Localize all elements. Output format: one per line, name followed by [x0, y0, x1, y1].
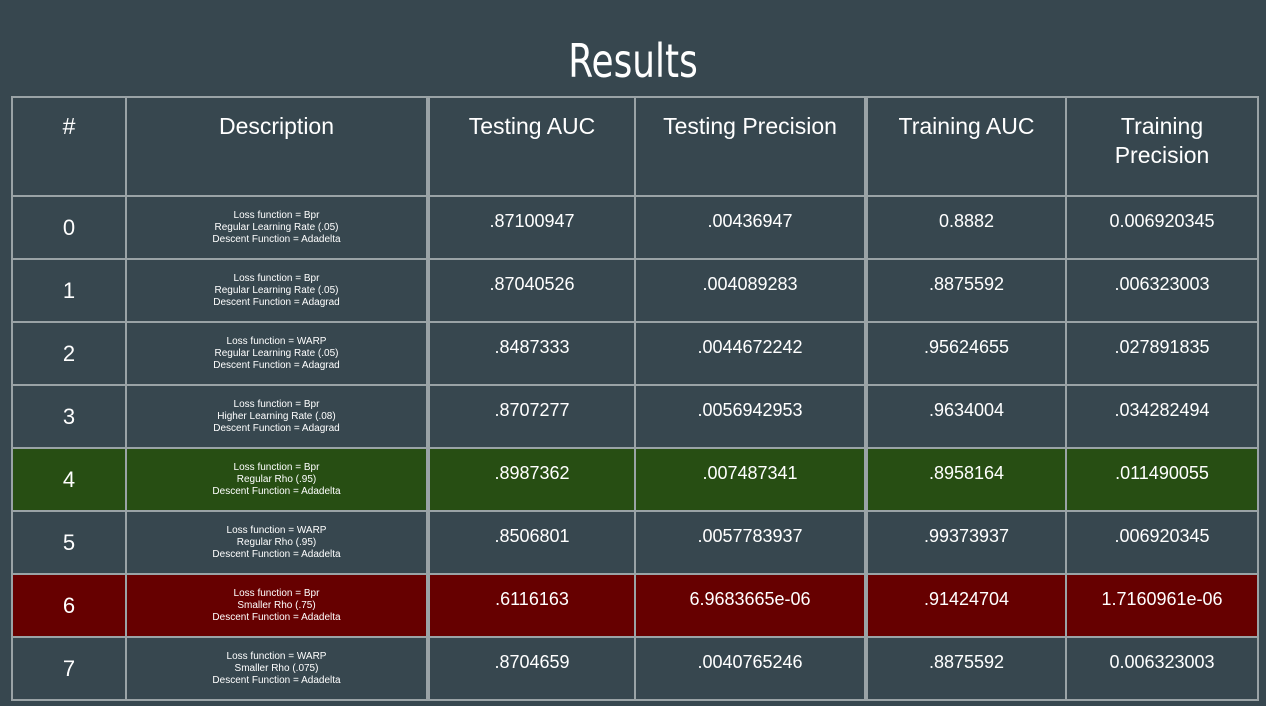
row-number: 5	[11, 510, 127, 575]
row-description: Loss function = Bpr Smaller Rho (.75) Desc…	[125, 573, 429, 638]
row-description: Loss function = WARP Regular Learning Rat…	[125, 321, 429, 386]
training-auc-cell: .99373937	[864, 510, 1067, 575]
table-row: 3 Loss function = Bpr Higher Learning Rate…	[11, 384, 1259, 449]
description-line: Descent Function = Adadelta	[212, 611, 341, 623]
testing-auc-cell: .87100947	[426, 195, 636, 260]
description-line: Higher Learning Rate (.08)	[217, 410, 336, 422]
testing-auc-cell: .6116163	[426, 573, 636, 638]
training-auc-cell: .91424704	[864, 573, 1067, 638]
description-line: Descent Function = Adadelta	[212, 674, 341, 686]
training-auc-cell: .8958164	[864, 447, 1067, 512]
testing-auc-cell: .8707277	[426, 384, 636, 449]
testing-precision-cell: .0044672242	[634, 321, 867, 386]
column-header-testing-precision: Testing Precision	[634, 96, 867, 197]
row-description: Loss function = WARP Regular Rho (.95) Des…	[125, 510, 429, 575]
table-row: 6 Loss function = Bpr Smaller Rho (.75) Des…	[11, 573, 1259, 638]
training-precision-cell: 0.006323003	[1065, 636, 1259, 701]
testing-precision-cell: .00436947	[634, 195, 867, 260]
testing-auc-cell: .8487333	[426, 321, 636, 386]
testing-auc-cell: .87040526	[426, 258, 636, 323]
description-line: Regular Learning Rate (.05)	[214, 284, 339, 296]
training-auc-cell: 0.8882	[864, 195, 1067, 260]
training-precision-cell: .027891835	[1065, 321, 1259, 386]
training-precision-cell: .006920345	[1065, 510, 1259, 575]
description-line: Descent Function = Adagrad	[213, 422, 340, 434]
training-precision-cell: .011490055	[1065, 447, 1259, 512]
testing-precision-cell: .004089283	[634, 258, 867, 323]
testing-precision-cell: .0057783937	[634, 510, 867, 575]
table-row: 2 Loss function = WARP Regular Learning Ra…	[11, 321, 1259, 386]
header-row: # Description Testing AUC Testing Precis…	[11, 96, 1259, 197]
description-line: Regular Rho (.95)	[236, 473, 317, 485]
training-precision-cell: .006323003	[1065, 258, 1259, 323]
row-number: 3	[11, 384, 127, 449]
training-precision-cell: 1.7160961e-06	[1065, 573, 1259, 638]
description-line: Loss function = Bpr	[233, 209, 320, 221]
description-line: Regular Rho (.95)	[236, 536, 317, 548]
description-line: Loss function = WARP	[226, 650, 327, 662]
description-line: Descent Function = Adadelta	[212, 233, 341, 245]
description-line: Loss function = Bpr	[233, 587, 320, 599]
column-header-number: #	[11, 96, 127, 197]
description-line: Loss function = WARP	[226, 335, 327, 347]
testing-precision-cell: .0056942953	[634, 384, 867, 449]
testing-auc-cell: .8987362	[426, 447, 636, 512]
row-description: Loss function = Bpr Regular Rho (.95) Desc…	[125, 447, 429, 512]
column-header-training-precision: Training Precision	[1065, 96, 1259, 197]
testing-precision-cell: .007487341	[634, 447, 867, 512]
training-auc-cell: .8875592	[864, 258, 1067, 323]
description-line: Regular Learning Rate (.05)	[214, 221, 339, 233]
results-table: # Description Testing AUC Testing Precis…	[11, 96, 1259, 701]
table-row: 7 Loss function = WARP Smaller Rho (.075) D…	[11, 636, 1259, 701]
description-line: Loss function = Bpr	[233, 398, 320, 410]
description-line: Descent Function = Adadelta	[212, 548, 341, 560]
row-description: Loss function = Bpr Regular Learning Rate…	[125, 195, 429, 260]
description-line: Descent Function = Adagrad	[213, 296, 340, 308]
training-auc-cell: .8875592	[864, 636, 1067, 701]
description-line: Descent Function = Adadelta	[212, 485, 341, 497]
row-number: 0	[11, 195, 127, 260]
row-number: 2	[11, 321, 127, 386]
row-description: Loss function = WARP Smaller Rho (.075) De…	[125, 636, 429, 701]
page-title: Results	[568, 34, 698, 88]
testing-precision-cell: 6.9683665e-06	[634, 573, 867, 638]
column-header-training-auc: Training AUC	[864, 96, 1067, 197]
training-precision-cell: 0.006920345	[1065, 195, 1259, 260]
description-line: Loss function = WARP	[226, 524, 327, 536]
slide: Results # Description Testing AUC Testin…	[0, 0, 1266, 706]
training-auc-cell: .95624655	[864, 321, 1067, 386]
description-line: Smaller Rho (.075)	[234, 662, 319, 674]
table-row: 1 Loss function = Bpr Regular Learning Rat…	[11, 258, 1259, 323]
row-number: 4	[11, 447, 127, 512]
testing-auc-cell: .8704659	[426, 636, 636, 701]
description-line: Regular Learning Rate (.05)	[214, 347, 339, 359]
row-number: 7	[11, 636, 127, 701]
table-row: 4 Loss function = Bpr Regular Rho (.95) Des…	[11, 447, 1259, 512]
training-precision-cell: .034282494	[1065, 384, 1259, 449]
training-auc-cell: .9634004	[864, 384, 1067, 449]
description-line: Loss function = Bpr	[233, 272, 320, 284]
row-description: Loss function = Bpr Regular Learning Rate…	[125, 258, 429, 323]
table-row: 5 Loss function = WARP Regular Rho (.95) De…	[11, 510, 1259, 575]
testing-precision-cell: .0040765246	[634, 636, 867, 701]
column-header-description: Description	[125, 96, 429, 197]
description-line: Loss function = Bpr	[233, 461, 320, 473]
row-description: Loss function = Bpr Higher Learning Rate …	[125, 384, 429, 449]
row-number: 6	[11, 573, 127, 638]
table-row: 0 Loss function = Bpr Regular Learning Rat…	[11, 195, 1259, 260]
row-number: 1	[11, 258, 127, 323]
description-line: Descent Function = Adagrad	[213, 359, 340, 371]
testing-auc-cell: .8506801	[426, 510, 636, 575]
column-header-testing-auc: Testing AUC	[426, 96, 636, 197]
description-line: Smaller Rho (.75)	[237, 599, 316, 611]
